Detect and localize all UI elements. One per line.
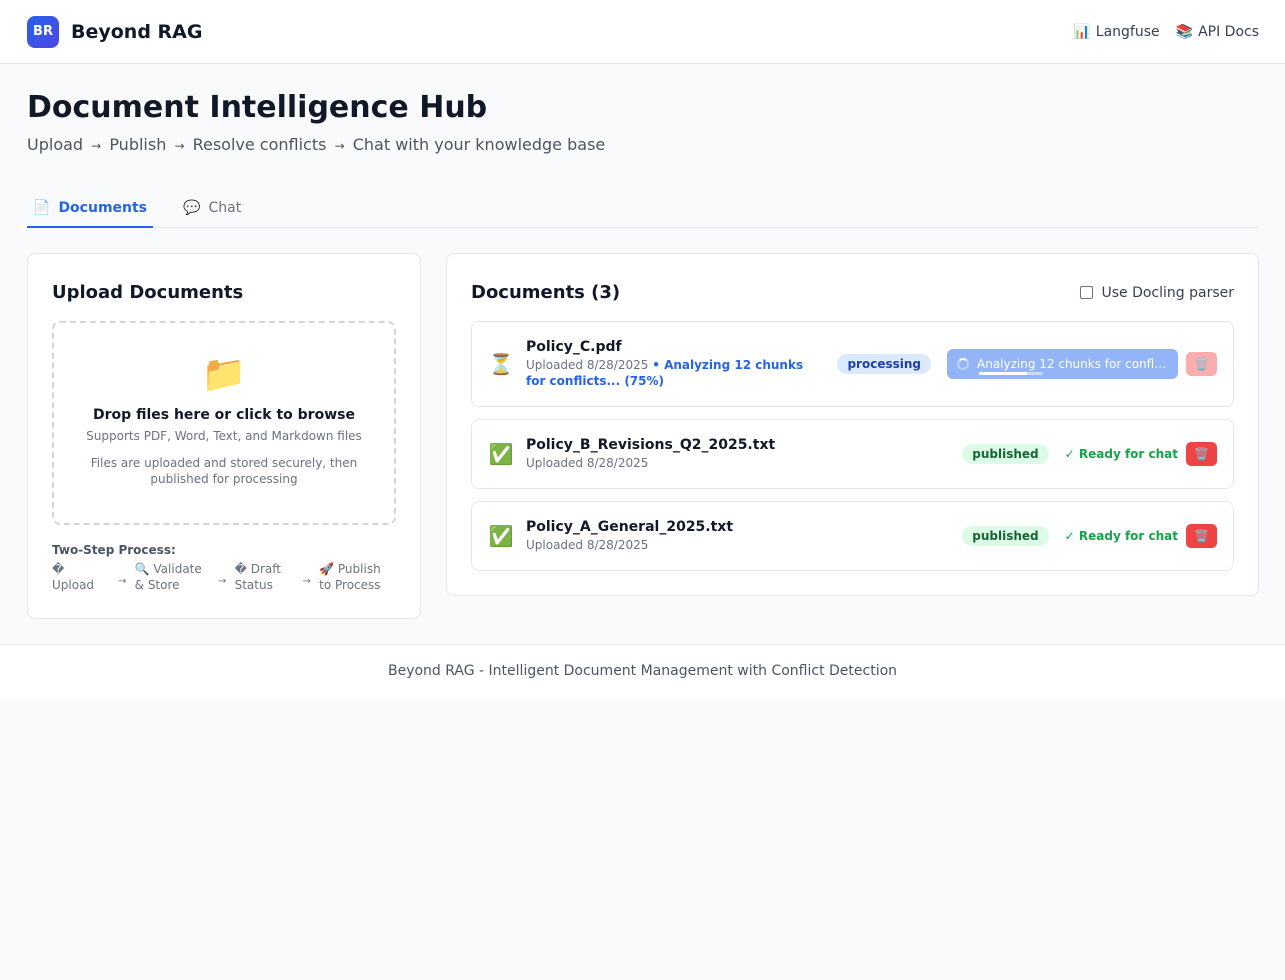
document-row: ⏳ Policy_C.pdf Uploaded 8/28/2025 • Anal… <box>471 321 1234 407</box>
books-icon: 📚 <box>1175 23 1194 40</box>
langfuse-link[interactable]: 📊 Langfuse <box>1073 24 1159 40</box>
subtitle-step: Chat with your knowledge base <box>352 135 606 154</box>
subtitle-step: Upload <box>27 135 84 154</box>
delete-button[interactable]: 🗑️ <box>1186 524 1217 548</box>
page-subtitle: Upload → Publish → Resolve conflicts → C… <box>27 134 1259 157</box>
docling-checkbox[interactable] <box>1080 286 1094 299</box>
brand[interactable]: BR Beyond RAG <box>27 15 203 48</box>
api-docs-link[interactable]: 📚 API Docs <box>1176 24 1259 40</box>
top-links: 📊 Langfuse 📚 API Docs <box>1073 24 1259 40</box>
ready-status: ✓ Ready for chat <box>1064 447 1178 461</box>
chart-icon: 📊 <box>1073 23 1091 40</box>
file-dropzone[interactable]: 📁 Drop files here or click to browse Sup… <box>52 321 396 525</box>
subtitle-step: Publish <box>109 135 167 154</box>
document-row: ✅ Policy_B_Revisions_Q2_2025.txt Uploade… <box>471 419 1234 489</box>
upload-title: Upload Documents <box>52 282 244 303</box>
tab-label: Documents <box>58 199 148 216</box>
hourglass-icon: ⏳ <box>488 352 514 376</box>
delete-button[interactable]: 🗑️ <box>1186 442 1217 466</box>
ready-status: ✓ Ready for chat <box>1064 529 1178 543</box>
footer-text: Beyond RAG - Intelligent Document Manage… <box>387 663 898 679</box>
speech-bubble-icon: 💬 <box>183 199 201 216</box>
dropzone-note: Files are uploaded and stored securely, … <box>90 456 358 486</box>
progress-fill <box>979 372 1027 375</box>
check-icon: ✅ <box>488 442 514 466</box>
footer: Beyond RAG - Intelligent Document Manage… <box>0 644 1285 697</box>
trash-icon: 🗑️ <box>1194 447 1209 461</box>
status-badge: processing <box>837 354 931 374</box>
spinner-icon <box>957 358 969 370</box>
arrow-icon: → <box>302 576 311 587</box>
documents-header: Documents (3) Use Docling parser <box>471 282 1234 303</box>
arrow-icon: → <box>217 576 227 587</box>
tab-chat[interactable]: 💬 Chat <box>177 189 247 228</box>
step-publish: 🚀 Publish to Process <box>319 562 381 592</box>
content-grid: Upload Documents 📁 Drop files here or cl… <box>27 253 1259 619</box>
step-draft: � Draft Status <box>234 562 281 592</box>
docling-label: Use Docling parser <box>1101 284 1234 301</box>
dropzone-title: Drop files here or click to browse <box>93 407 355 423</box>
check-icon: ✅ <box>488 524 514 548</box>
step-validate: 🔍 Validate & Store <box>134 562 202 592</box>
documents-card: Documents (3) Use Docling parser ⏳ Polic… <box>446 253 1259 596</box>
status-badge: published <box>962 526 1049 546</box>
subtitle-step: Resolve conflicts <box>192 135 327 154</box>
analyzing-button: Analyzing 12 chunks for conflicts... <box>947 349 1178 379</box>
document-name: Policy_B_Revisions_Q2_2025.txt <box>526 437 776 453</box>
app-logo: BR <box>27 15 59 48</box>
top-bar: BR Beyond RAG 📊 Langfuse 📚 API Docs <box>0 0 1285 64</box>
upload-card: Upload Documents 📁 Drop files here or cl… <box>27 253 421 619</box>
langfuse-label: Langfuse <box>1095 23 1160 40</box>
arrow-icon: → <box>174 139 185 153</box>
progress-bar <box>979 372 1043 375</box>
app-name: Beyond RAG <box>71 20 203 43</box>
arrow-icon: → <box>91 139 102 153</box>
api-docs-label: API Docs <box>1198 23 1259 40</box>
documents-title: Documents (3) <box>471 282 621 303</box>
upload-date: Uploaded 8/28/2025 <box>526 456 649 470</box>
upload-date: Uploaded 8/28/2025 <box>526 538 649 552</box>
document-info: Policy_C.pdf Uploaded 8/28/2025 • Analyz… <box>526 339 837 389</box>
tab-documents[interactable]: 📄 Documents <box>27 189 154 228</box>
status-badge: published <box>962 444 1049 464</box>
step-upload: � Upload <box>52 562 95 592</box>
page-title: Document Intelligence Hub <box>27 90 488 125</box>
steps-title: Two-Step Process: <box>52 543 176 557</box>
analyzing-label: Analyzing 12 chunks for conflicts... <box>977 357 1167 371</box>
arrow-icon: → <box>334 139 345 153</box>
arrow-icon: → <box>117 576 127 587</box>
upload-date: Uploaded 8/28/2025 <box>526 358 649 372</box>
dropzone-subtitle: Supports PDF, Word, Text, and Markdown f… <box>86 429 362 443</box>
document-info: Policy_A_General_2025.txt Uploaded 8/28/… <box>526 519 962 553</box>
tab-label: Chat <box>208 199 242 216</box>
document-name: Policy_C.pdf <box>526 339 622 355</box>
document-icon: 📄 <box>33 199 51 216</box>
folder-icon: 📁 <box>201 354 247 395</box>
document-meta: Uploaded 8/28/2025 • Analyzing 12 chunks… <box>526 357 816 389</box>
document-row: ✅ Policy_A_General_2025.txt Uploaded 8/2… <box>471 501 1234 571</box>
docling-toggle[interactable]: Use Docling parser <box>1080 285 1234 301</box>
tab-bar: 📄 Documents 💬 Chat <box>27 189 1259 228</box>
trash-icon: 🗑️ <box>1194 529 1209 543</box>
main-content: Document Intelligence Hub Upload → Publi… <box>0 90 1285 619</box>
delete-button[interactable]: 🗑️ <box>1186 352 1217 376</box>
document-info: Policy_B_Revisions_Q2_2025.txt Uploaded … <box>526 437 962 471</box>
process-steps: � Upload → 🔍 Validate & Store → � Draft … <box>52 561 396 593</box>
trash-icon: 🗑️ <box>1194 357 1209 371</box>
document-name: Policy_A_General_2025.txt <box>526 519 734 535</box>
